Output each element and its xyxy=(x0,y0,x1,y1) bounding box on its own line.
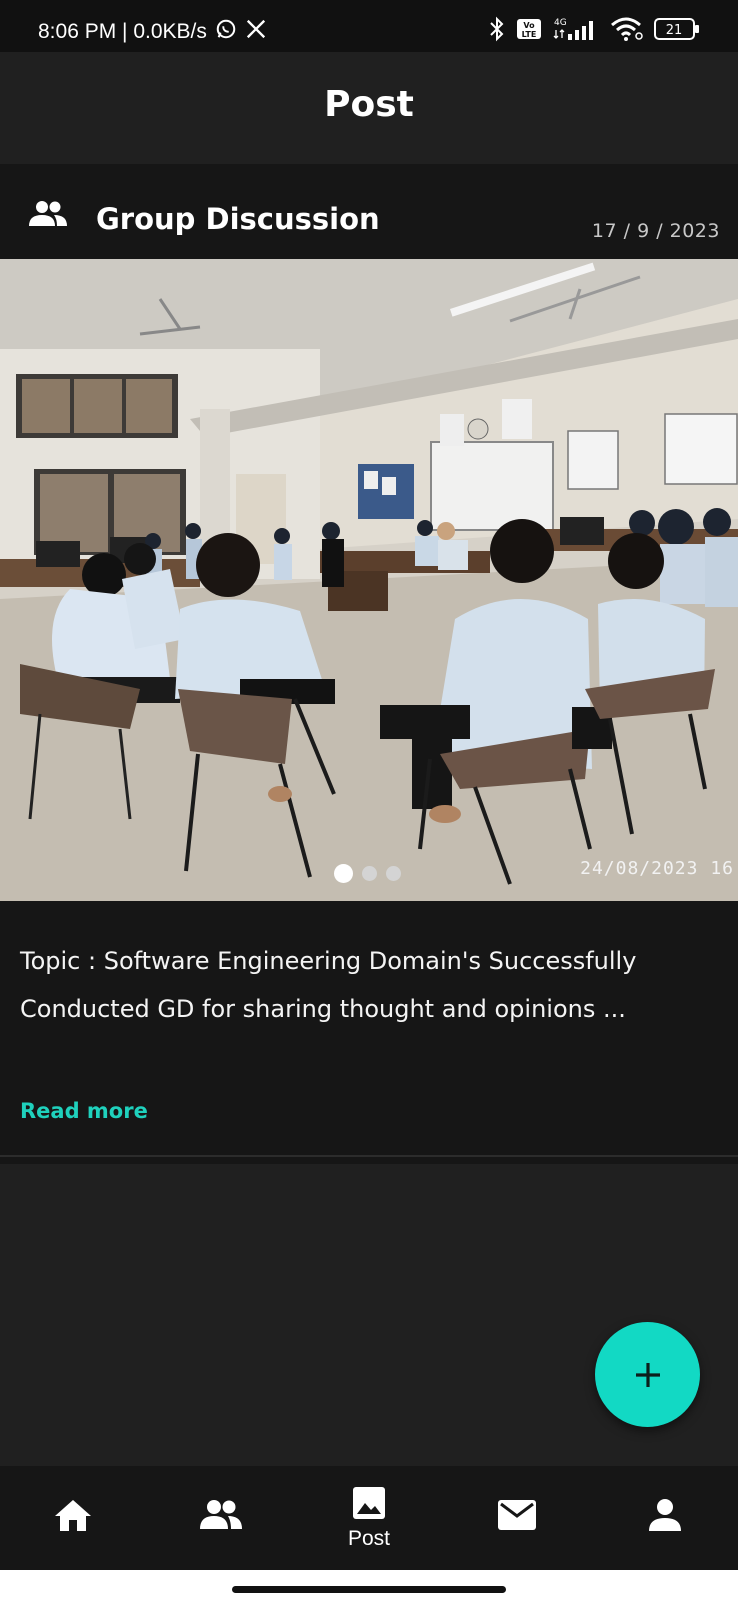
home-icon xyxy=(55,1500,91,1531)
home-indicator[interactable] xyxy=(232,1586,506,1593)
post-card[interactable]: Group Discussion 17 / 9 / 2023 24/08/202… xyxy=(0,164,738,1164)
image-icon xyxy=(353,1487,385,1519)
post-body: Topic : Software Engineering Domain's Su… xyxy=(20,947,637,1023)
svg-text:21: 21 xyxy=(666,23,683,38)
page-title: Post xyxy=(324,84,414,125)
plus-icon xyxy=(635,1362,660,1387)
svg-text:4G: 4G xyxy=(554,18,567,28)
post-header: Group Discussion 17 / 9 / 2023 xyxy=(0,164,738,259)
carousel-dot[interactable] xyxy=(334,864,353,883)
nav-home[interactable] xyxy=(23,1466,123,1570)
status-bar: 8:06 PM | 0.0KB/s Vo LTE 4G 21 xyxy=(0,0,738,52)
divider xyxy=(0,1155,738,1157)
nav-post-label: Post xyxy=(347,1527,391,1550)
add-post-button[interactable] xyxy=(595,1322,700,1427)
app-bar: Post xyxy=(0,52,738,164)
carousel-dot[interactable] xyxy=(386,866,401,881)
group-icon xyxy=(200,1500,242,1529)
status-time: 8:06 PM | 0.0KB/s xyxy=(38,20,207,43)
group-icon xyxy=(28,200,68,228)
nav-profile[interactable] xyxy=(615,1466,715,1570)
post-date: 17 / 9 / 2023 xyxy=(591,220,720,242)
mail-icon xyxy=(498,1500,536,1530)
bottom-nav: Post xyxy=(0,1466,738,1570)
bluetooth-icon xyxy=(488,16,506,46)
carousel-dot[interactable] xyxy=(362,866,377,881)
svg-text:Vo: Vo xyxy=(523,21,535,30)
battery-icon: 21 xyxy=(654,17,700,45)
svg-text:LTE: LTE xyxy=(522,30,537,39)
status-right: Vo LTE 4G 21 xyxy=(488,16,700,46)
nav-messages[interactable] xyxy=(467,1466,567,1570)
photo-timestamp: 24/08/2023 16 xyxy=(580,858,734,879)
x-icon xyxy=(245,18,267,46)
carousel-dots[interactable] xyxy=(334,864,401,883)
status-left: 8:06 PM | 0.0KB/s xyxy=(38,18,267,46)
person-icon xyxy=(649,1499,681,1531)
post-title: Group Discussion xyxy=(96,202,380,236)
whatsapp-icon xyxy=(215,18,237,46)
signal-icon: 4G xyxy=(552,16,600,46)
volte-icon: Vo LTE xyxy=(516,18,542,44)
post-photo[interactable]: 24/08/2023 16 xyxy=(0,259,738,901)
nav-post[interactable]: Post xyxy=(319,1466,419,1570)
nav-groups[interactable] xyxy=(171,1466,271,1570)
gesture-bar xyxy=(0,1570,738,1600)
wifi-icon xyxy=(610,16,644,46)
read-more-link[interactable]: Read more xyxy=(20,1099,148,1123)
classroom-photo xyxy=(0,259,738,901)
